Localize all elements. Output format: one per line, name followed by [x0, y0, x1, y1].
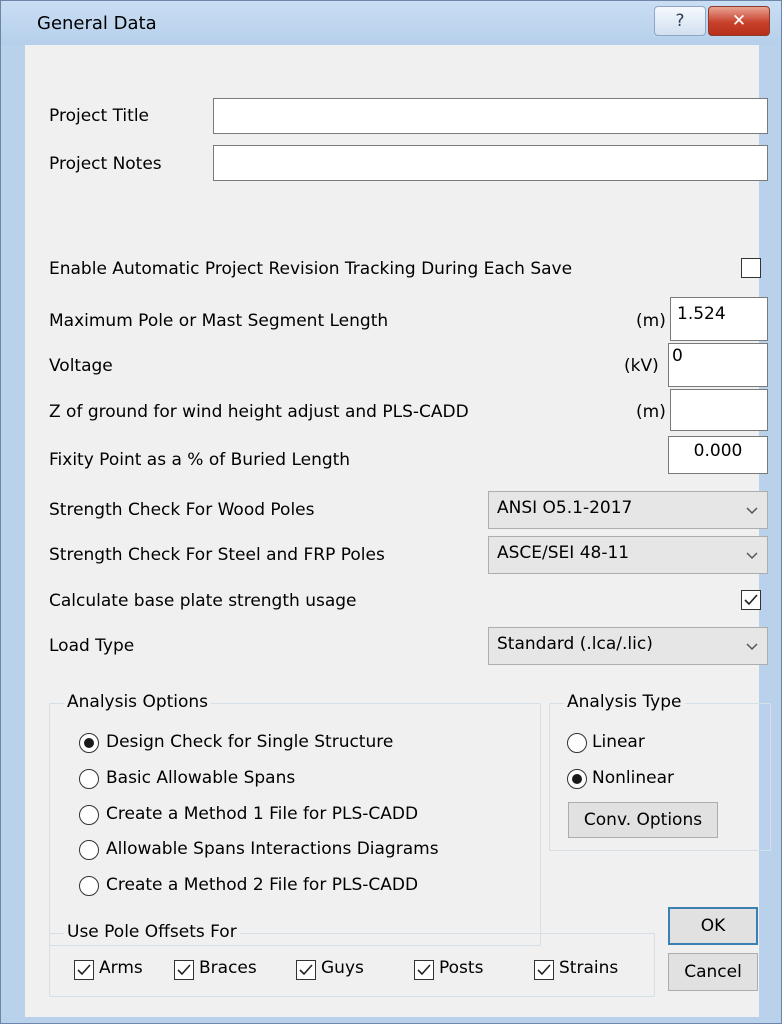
wood-poles-value: ANSI O5.1-2017 [497, 498, 633, 518]
checkmark-icon [77, 964, 91, 976]
checkbox-arms[interactable] [74, 960, 94, 980]
load-type-select[interactable]: Standard (.lca/.lic) [488, 627, 768, 665]
checkmark-icon [417, 964, 431, 976]
help-icon: ? [675, 11, 685, 31]
project-title-label: Project Title [49, 106, 149, 126]
radio-basic-spans-label: Basic Allowable Spans [106, 768, 296, 788]
z-ground-input[interactable] [670, 389, 768, 431]
checkbox-arms-label: Arms [99, 958, 143, 978]
z-ground-unit: (m) [636, 402, 666, 422]
fixity-input[interactable]: 0.000 [668, 436, 768, 474]
wood-poles-label: Strength Check For Wood Poles [49, 500, 315, 520]
radio-method2[interactable] [79, 876, 99, 896]
chevron-down-icon [746, 552, 758, 560]
z-ground-label: Z of ground for wind height adjust and P… [49, 402, 469, 422]
radio-nonlinear[interactable] [567, 769, 587, 789]
radio-linear-label: Linear [592, 732, 645, 752]
segment-length-label: Maximum Pole or Mast Segment Length [49, 311, 389, 331]
analysis-options-legend: Analysis Options [64, 692, 212, 712]
chevron-down-icon [746, 643, 758, 651]
steel-poles-value: ASCE/SEI 48-11 [497, 543, 630, 563]
base-plate-label: Calculate base plate strength usage [49, 591, 357, 611]
checkbox-guys-label: Guys [321, 958, 364, 978]
radio-interaction-diagrams[interactable] [79, 840, 99, 860]
help-button[interactable]: ? [654, 6, 706, 36]
analysis-type-group: Analysis Type Linear Nonlinear Conv. Opt… [549, 692, 771, 851]
conv-options-button[interactable]: Conv. Options [568, 802, 718, 838]
radio-linear[interactable] [567, 733, 587, 753]
radio-method1-label: Create a Method 1 File for PLS-CADD [106, 804, 419, 824]
project-notes-label: Project Notes [49, 154, 162, 174]
project-title-input[interactable] [213, 98, 768, 134]
project-notes-input[interactable] [213, 145, 768, 181]
pole-offsets-legend: Use Pole Offsets For [64, 922, 240, 942]
radio-method2-label: Create a Method 2 File for PLS-CADD [106, 875, 419, 895]
checkbox-posts[interactable] [414, 960, 434, 980]
radio-interaction-diagrams-label: Allowable Spans Interactions Diagrams [106, 839, 439, 859]
ok-button[interactable]: OK [668, 907, 758, 945]
checkbox-strains[interactable] [534, 960, 554, 980]
steel-poles-label: Strength Check For Steel and FRP Poles [49, 545, 385, 565]
voltage-label: Voltage [49, 356, 113, 376]
analysis-options-group: Analysis Options Design Check for Single… [49, 692, 541, 946]
radio-design-check[interactable] [79, 733, 99, 753]
radio-method1[interactable] [79, 805, 99, 825]
radio-basic-spans[interactable] [79, 769, 99, 789]
checkmark-icon [744, 594, 758, 606]
dialog-content: Project Title Project Notes Enable Autom… [25, 45, 771, 1017]
base-plate-checkbox[interactable] [741, 590, 761, 610]
revision-tracking-checkbox[interactable] [741, 258, 761, 278]
window-title: General Data [37, 13, 157, 34]
cancel-button[interactable]: Cancel [668, 953, 758, 991]
checkbox-braces[interactable] [174, 960, 194, 980]
close-icon: ✕ [731, 11, 747, 31]
close-button[interactable]: ✕ [708, 6, 770, 36]
checkbox-braces-label: Braces [199, 958, 257, 978]
dialog-window: General Data ? ✕ Project Title Project N… [0, 0, 782, 1024]
voltage-input[interactable]: 0 [668, 343, 768, 387]
steel-poles-select[interactable]: ASCE/SEI 48-11 [488, 536, 768, 574]
title-bar[interactable]: General Data ? ✕ [1, 1, 781, 45]
voltage-unit: (kV) [624, 356, 659, 376]
analysis-type-legend: Analysis Type [564, 692, 685, 712]
checkbox-strains-label: Strains [559, 958, 619, 978]
segment-length-unit: (m) [636, 311, 666, 331]
revision-tracking-label: Enable Automatic Project Revision Tracki… [49, 259, 573, 279]
radio-design-check-label: Design Check for Single Structure [106, 732, 394, 752]
checkmark-icon [299, 964, 313, 976]
checkmark-icon [537, 964, 551, 976]
radio-nonlinear-label: Nonlinear [592, 768, 674, 788]
segment-length-input[interactable]: 1.524 [670, 297, 768, 341]
checkbox-guys[interactable] [296, 960, 316, 980]
checkbox-posts-label: Posts [439, 958, 484, 978]
checkmark-icon [177, 964, 191, 976]
pole-offsets-group: Use Pole Offsets For Arms Braces Guys Po… [49, 922, 655, 997]
load-type-label: Load Type [49, 636, 135, 656]
fixity-label: Fixity Point as a % of Buried Length [49, 450, 351, 470]
wood-poles-select[interactable]: ANSI O5.1-2017 [488, 491, 768, 529]
chevron-down-icon [746, 507, 758, 515]
load-type-value: Standard (.lca/.lic) [497, 634, 653, 654]
